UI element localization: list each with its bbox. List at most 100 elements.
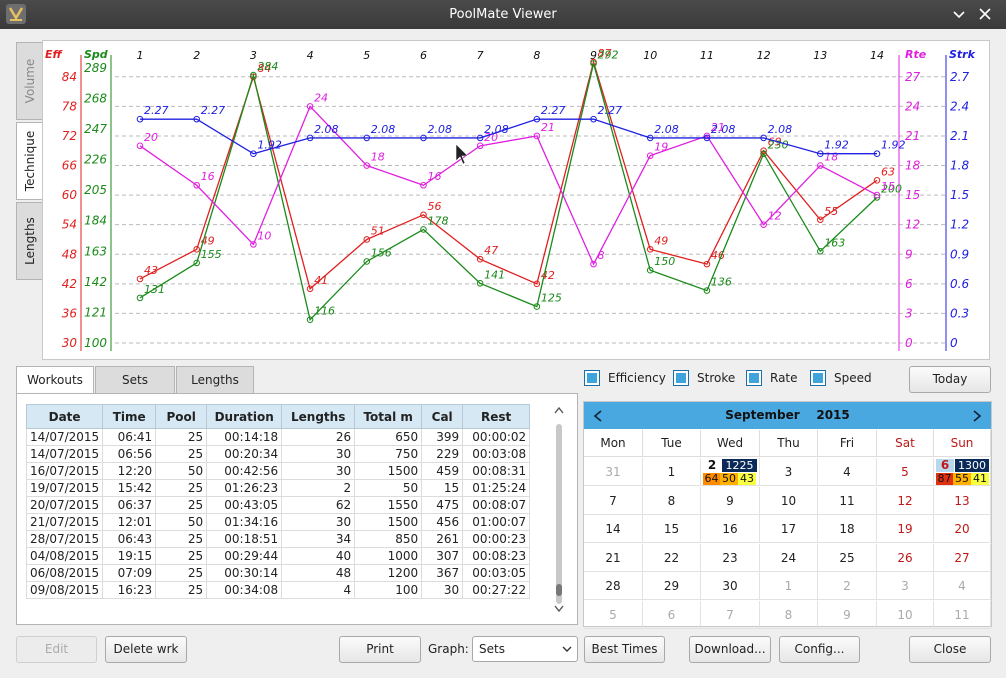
table-row[interactable]: 21/07/2015 12:01 50 01:34:16 30 1500 456 01:00:… (25, 513, 531, 531)
toggle-rate[interactable]: Rate (746, 370, 806, 390)
calendar-day[interactable]: 26 (877, 543, 934, 572)
table-row[interactable]: 14/07/2015 06:41 25 00:14:18 26 650 399 00:00:0… (25, 428, 531, 446)
calendar-day[interactable]: 19 (877, 515, 934, 544)
toggle-efficiency[interactable]: Efficiency (584, 370, 674, 390)
calendar-day[interactable]: 11 (818, 486, 877, 515)
column-header[interactable]: Time (102, 404, 157, 429)
calendar-day[interactable]: 1 (643, 458, 701, 486)
calendar-day[interactable]: 21 (584, 543, 643, 572)
calendar-day[interactable]: 5 (877, 458, 934, 486)
calendar-day[interactable]: 2 1225 64 50 43 (701, 458, 760, 486)
table-row[interactable]: 28/07/2015 06:43 25 00:18:51 34 850 261 00:00:2… (25, 530, 531, 548)
calendar-day[interactable]: 6 1300 87 55 41 (934, 458, 991, 486)
toggle-speed[interactable]: Speed (810, 370, 880, 390)
next-month-icon[interactable] (971, 409, 983, 423)
stroke-checkbox[interactable] (673, 370, 689, 386)
calendar-day[interactable]: 22 (643, 543, 701, 572)
best-times-button[interactable]: Best Times (584, 636, 665, 663)
calendar-day[interactable]: 29 (643, 572, 701, 601)
calendar-day[interactable]: 28 (584, 572, 643, 601)
calendar-day[interactable]: 8 (643, 486, 701, 515)
tab-technique[interactable]: Technique (16, 122, 43, 200)
column-header[interactable]: Total m (354, 404, 423, 429)
calendar-day[interactable]: 5 (584, 601, 643, 629)
calendar-day[interactable]: 15 (643, 515, 701, 544)
tab-workouts[interactable]: Workouts (16, 366, 94, 395)
calendar-day[interactable]: 9 (701, 486, 760, 515)
calendar-day[interactable]: 25 (818, 543, 877, 572)
table-row[interactable]: 14/07/2015 06:56 25 00:20:34 30 750 229 00:03:0… (25, 445, 531, 463)
toggle-stroke[interactable]: Stroke (673, 370, 743, 390)
column-header[interactable]: Pool (155, 404, 208, 429)
calendar-day[interactable]: 23 (701, 543, 760, 572)
table-cell: 00:34:08 (206, 581, 283, 599)
efficiency-checkbox[interactable] (584, 370, 600, 386)
rate-checkbox[interactable] (746, 370, 762, 386)
weekday-header: Thu (760, 430, 818, 457)
calendar-month[interactable]: September (725, 408, 799, 422)
calendar-day[interactable]: 2 (818, 572, 877, 601)
graph-select[interactable]: Sets (472, 636, 578, 662)
calendar-day[interactable]: 18 (818, 515, 877, 544)
close-button[interactable]: Close (909, 636, 991, 663)
tab-lengths[interactable]: Lengths (176, 366, 254, 394)
calendar-day[interactable]: 13 (934, 486, 991, 515)
table-row[interactable]: 20/07/2015 06:37 25 00:43:05 62 1550 475 00:08:… (25, 496, 531, 514)
calendar-day-number: 6 (936, 459, 954, 472)
calendar-day[interactable]: 3 (760, 458, 818, 486)
column-header[interactable]: Cal (421, 404, 464, 429)
calendar-day[interactable]: 4 (818, 458, 877, 486)
calendar-day[interactable]: 27 (934, 543, 991, 572)
table-row[interactable]: 19/07/2015 15:42 25 01:26:23 2 50 15 01:25:24 (25, 479, 531, 497)
table-scrollbar[interactable] (551, 404, 567, 616)
column-header[interactable]: Rest (462, 404, 531, 429)
close-window-icon[interactable] (975, 4, 995, 24)
calendar-day[interactable]: 20 (934, 515, 991, 544)
table-cell: 06/08/2015 (25, 564, 104, 582)
calendar-day[interactable]: 8 (760, 601, 818, 629)
table-row[interactable]: 04/08/2015 19:15 25 00:29:44 40 1000 307 00:08:… (25, 547, 531, 565)
calendar-day[interactable]: 17 (760, 515, 818, 544)
minimize-icon[interactable] (949, 4, 969, 24)
config-button[interactable]: Config... (779, 636, 860, 663)
speed-checkbox[interactable] (810, 370, 826, 386)
calendar-day[interactable]: 31 (584, 458, 643, 486)
calendar-day[interactable]: 24 (760, 543, 818, 572)
calendar-day[interactable]: 6 (643, 601, 701, 629)
table-cell: 12:01 (102, 513, 157, 531)
calendar-day[interactable]: 12 (877, 486, 934, 515)
calendar-day[interactable]: 7 (584, 486, 643, 515)
tab-lengths-graph[interactable]: Lengths (16, 202, 43, 280)
data-label: 131 (144, 283, 165, 296)
today-button[interactable]: Today (909, 366, 991, 393)
calendar-day[interactable]: 14 (584, 515, 643, 544)
calendar-day[interactable]: 11 (934, 601, 991, 629)
delete-workout-button[interactable]: Delete wrk (105, 636, 187, 663)
calendar-day[interactable]: 30 (701, 572, 760, 601)
calendar-day[interactable]: 10 (877, 601, 934, 629)
technique-chart-frame: Eff Spd Rte Strk 30 36 42 48 54 60 66 72 78 84 100 121 1… (42, 40, 990, 360)
calendar-day[interactable]: 9 (818, 601, 877, 629)
edit-button[interactable]: Edit (16, 636, 97, 663)
data-label: 284 (257, 60, 278, 73)
table-cell: 19/07/2015 (25, 479, 104, 497)
calendar-day[interactable]: 16 (701, 515, 760, 544)
x-tick-label: 2 (193, 49, 200, 62)
download-button[interactable]: Download... (689, 636, 771, 663)
table-cell: 12:20 (102, 462, 157, 480)
calendar-day[interactable]: 7 (701, 601, 760, 629)
table-row[interactable]: 06/08/2015 07:09 25 00:30:14 48 1200 367 00:03:… (25, 564, 531, 582)
table-row[interactable]: 16/07/2015 12:20 50 00:42:56 30 1500 459 00:08:… (25, 462, 531, 480)
calendar-year[interactable]: 2015 (816, 408, 849, 422)
calendar-day[interactable]: 3 (877, 572, 934, 601)
column-header[interactable]: Lengths (281, 404, 356, 429)
print-button[interactable]: Print (339, 636, 421, 663)
column-header[interactable]: Duration (206, 404, 283, 429)
calendar-day[interactable]: 4 (934, 572, 991, 601)
tab-sets[interactable]: Sets (95, 366, 175, 394)
calendar-day[interactable]: 1 (760, 572, 818, 601)
column-header[interactable]: Date (25, 404, 104, 429)
calendar-day[interactable]: 10 (760, 486, 818, 515)
tab-volume[interactable]: Volume (16, 42, 43, 120)
table-row[interactable]: 09/08/2015 16:23 25 00:34:08 4 100 30 00:27:22 (25, 581, 531, 599)
